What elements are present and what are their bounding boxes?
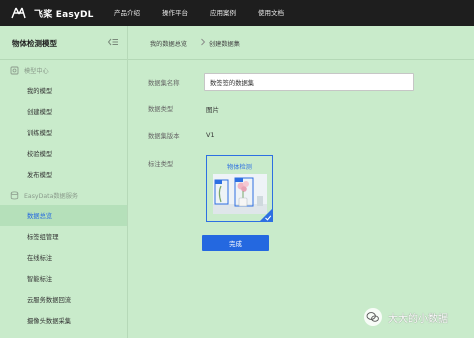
dataset-version-value: V1 <box>206 131 215 139</box>
sidebar-section-data-service: EasyData数据服务 <box>0 185 127 205</box>
sidebar-item-label: 创建模型 <box>27 109 53 116</box>
sidebar-title: 物体检测模型 <box>12 39 57 48</box>
brand-name: 飞桨 EasyDL <box>34 9 94 20</box>
sidebar-item-create-model[interactable]: 创建模型 <box>0 101 127 122</box>
annotation-option-object-detection[interactable]: 物体检测 <box>206 155 273 222</box>
paddle-logo-icon <box>11 7 26 19</box>
dataset-name-label: 数据集名称 <box>148 80 180 87</box>
nav-console[interactable]: 操作平台 <box>162 0 188 26</box>
sidebar-item-label: 发布模型 <box>27 172 53 179</box>
nav-cases[interactable]: 应用案例 <box>210 0 236 26</box>
watermark-text: 大大的小数据 <box>388 313 448 325</box>
sidebar-item-label: 云服务数据回流 <box>27 297 72 304</box>
sidebar-item-cloud-data-backflow[interactable]: 云服务数据回流 <box>0 289 127 310</box>
sidebar-item-label: 标签组管理 <box>27 234 59 241</box>
wechat-icon <box>364 308 382 326</box>
sidebar-item-validate-model[interactable]: 校验模型 <box>0 143 127 164</box>
model-center-icon <box>10 66 19 75</box>
sidebar-item-label: 摄像头数据采集 <box>27 318 72 325</box>
collapse-sidebar-icon[interactable] <box>107 36 119 48</box>
watermark: 大大的小数据 <box>363 307 448 327</box>
sidebar-section-model-center: 模型中心 <box>0 60 127 80</box>
breadcrumb-current: 创建数据集 <box>209 41 240 48</box>
sidebar-item-label: 智能标注 <box>27 276 53 283</box>
sidebar-item-my-models[interactable]: 我的模型 <box>0 80 127 101</box>
sidebar-item-label-groups[interactable]: 标签组管理 <box>0 226 127 247</box>
chevron-right-icon <box>201 38 206 46</box>
sidebar-item-label: 校验模型 <box>27 151 53 158</box>
sidebar-item-label: 数据总览 <box>27 213 53 220</box>
sidebar-item-data-overview[interactable]: 数据总览 <box>0 205 127 226</box>
section-label: EasyData数据服务 <box>24 193 79 200</box>
sidebar-item-camera-collection[interactable]: 摄像头数据采集 <box>0 310 127 331</box>
annotation-type-label: 标注类型 <box>148 161 174 168</box>
sidebar-item-label: 在线标注 <box>27 255 53 262</box>
sidebar-item-train-model[interactable]: 训练模型 <box>0 122 127 143</box>
data-type-label: 数据类型 <box>148 106 174 113</box>
nav-product-intro[interactable]: 产品介绍 <box>114 0 140 26</box>
sidebar-item-smart-annotation[interactable]: 智能标注 <box>0 268 127 289</box>
sidebar-item-label: 我的模型 <box>27 88 53 95</box>
breadcrumb: 我的数据总览 创建数据集 <box>128 26 474 60</box>
sidebar-item-online-annotation[interactable]: 在线标注 <box>0 247 127 268</box>
dataset-version-label: 数据集版本 <box>148 133 180 140</box>
section-label: 模型中心 <box>24 68 49 75</box>
dataset-name-input[interactable] <box>204 73 414 91</box>
annotation-option-label: 物体检测 <box>227 164 252 171</box>
sidebar-item-publish-model[interactable]: 发布模型 <box>0 164 127 185</box>
selected-check-icon <box>260 209 272 221</box>
breadcrumb-link-overview[interactable]: 我的数据总览 <box>150 39 187 48</box>
top-nav-bar: 飞桨 EasyDL 产品介绍 操作平台 应用案例 使用文档 <box>0 0 474 26</box>
brand-logo[interactable]: 飞桨 EasyDL <box>10 4 94 22</box>
nav-docs[interactable]: 使用文档 <box>258 0 284 26</box>
data-service-icon <box>10 191 19 200</box>
sidebar-header: 物体检测模型 <box>0 26 127 60</box>
sidebar: 物体检测模型 模型中心 我的模型 创建模型 训练模型 校验模型 发布模型 Eas… <box>0 26 128 338</box>
main-nav: 产品介绍 操作平台 应用案例 使用文档 <box>114 0 306 26</box>
done-button[interactable]: 完成 <box>202 235 269 251</box>
data-type-value: 图片 <box>206 106 219 114</box>
object-detection-illustration <box>213 174 267 214</box>
sidebar-item-label: 训练模型 <box>27 130 53 137</box>
